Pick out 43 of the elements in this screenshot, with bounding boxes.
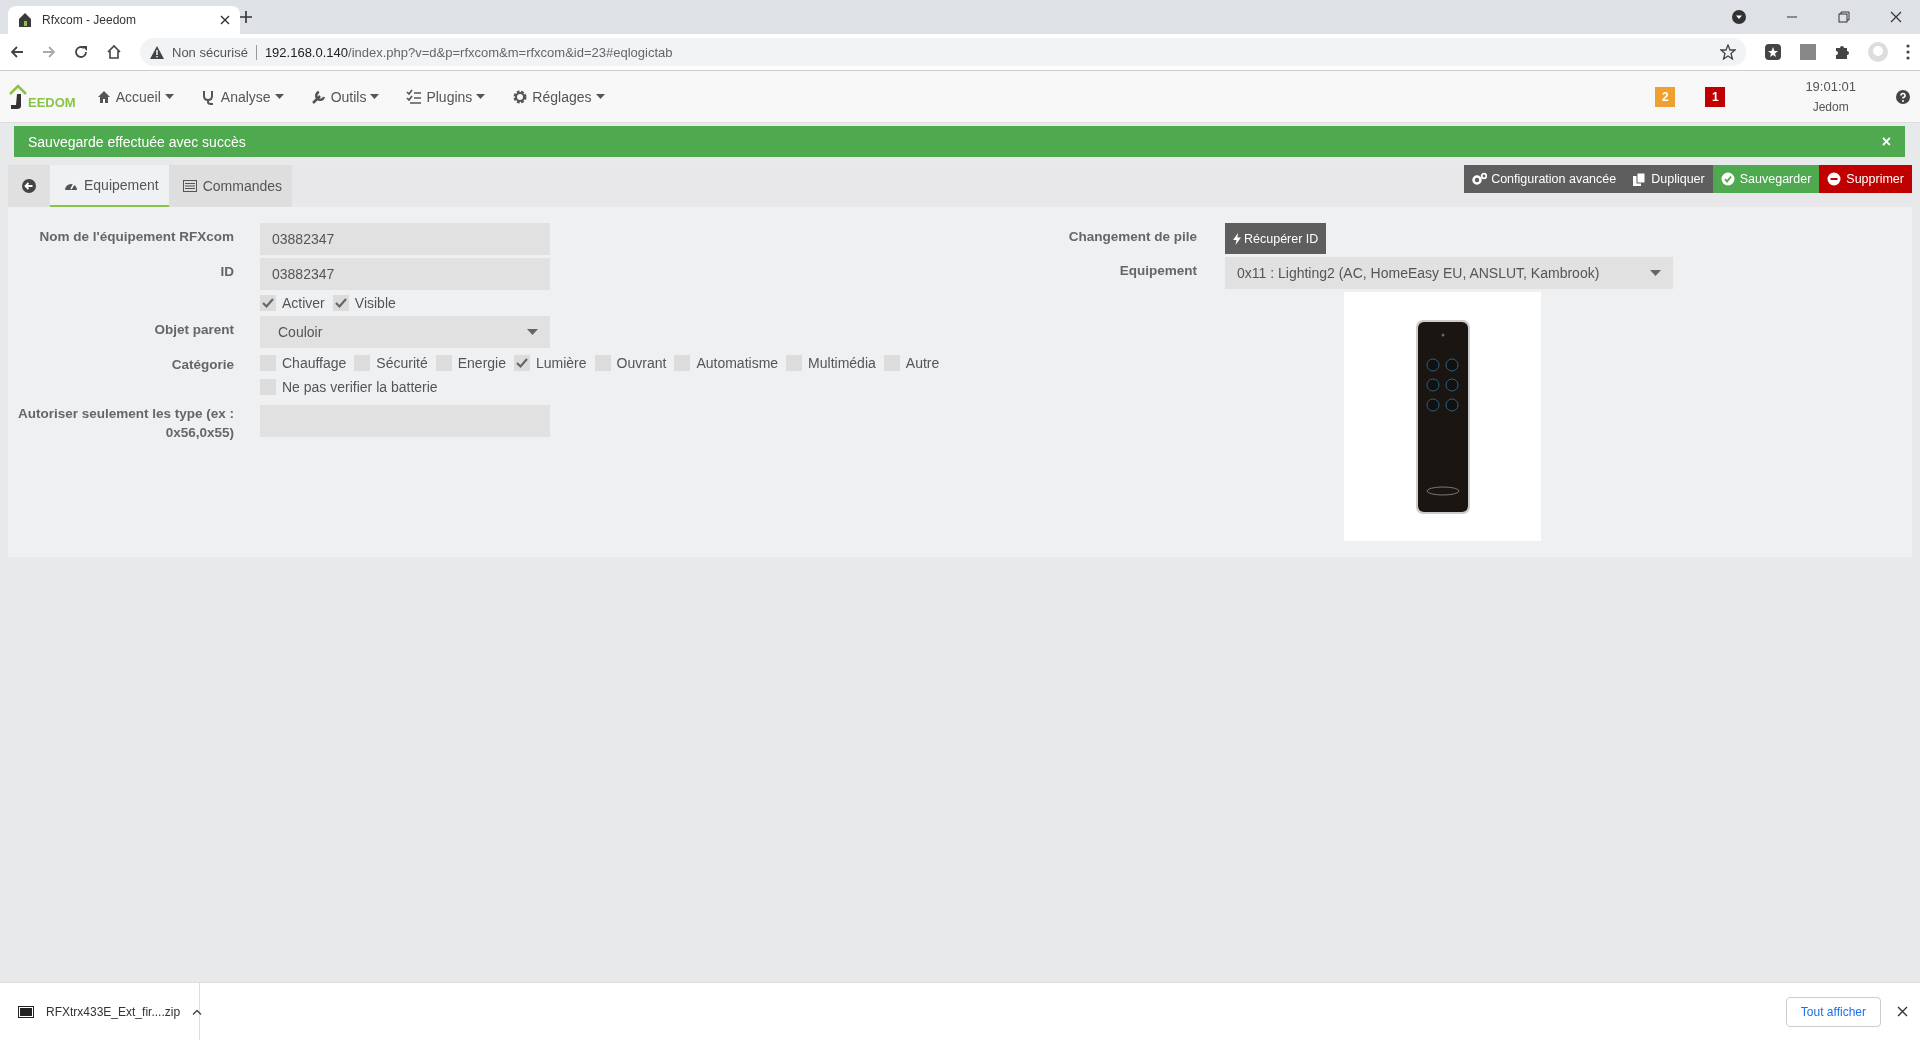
tab[interactable]: Commandes	[168, 165, 293, 207]
select-field[interactable]: Couloir	[260, 316, 550, 348]
address-bar[interactable]: Non sécurisé 192.168.0.140/index.php?v=d&p=rfxcom&m=rfxcom&id=23#eqlogictab	[140, 38, 1746, 66]
notification-badge[interactable]: 1	[1705, 86, 1726, 107]
checkbox-label: Automatisme	[696, 354, 779, 371]
checkbox-label: Chauffage	[282, 354, 347, 371]
delete-button[interactable]: Supprimer	[1819, 165, 1912, 193]
field-label: Nom de l'équipement RFXcom	[39, 228, 234, 246]
field-label: ID	[220, 263, 234, 281]
select-field[interactable]: 0x11 : Lighting2 (AC, HomeEasy EU, ANSLUT, Kambrook)	[1225, 257, 1673, 289]
retrieve-id-button[interactable]: Récupérer ID	[1225, 223, 1327, 254]
checkbox-label: Autre	[905, 354, 940, 371]
checkbox-label: Ne pas verifier la batterie	[282, 379, 438, 395]
field-label: Autoriser seulement les type (ex : 0x56,0x55)	[16, 405, 234, 442]
text-field[interactable]: 03882347	[260, 223, 550, 255]
checkbox-label: Lumière	[536, 354, 587, 371]
nav-menu[interactable]: Outils	[310, 88, 380, 105]
checkbox-label: Sécurité	[376, 354, 428, 371]
nav-menu[interactable]: Plugins	[406, 88, 486, 105]
tab[interactable]: Equipement	[50, 165, 169, 207]
checkbox-label: Multimédia	[808, 354, 876, 371]
alert-message: Sauvegarde effectuée avec succès	[28, 133, 247, 150]
checkbox-label: Energie	[457, 354, 506, 371]
text-field[interactable]: 03882347	[260, 258, 550, 290]
show-all-button[interactable]: Tout afficher	[1785, 996, 1881, 1027]
nav-menu[interactable]: Accueil	[95, 88, 174, 105]
field-label: Changement de pile	[1068, 228, 1197, 246]
duplicate-button[interactable]: Dupliquer	[1624, 165, 1713, 193]
clock-time: 19:01:01	[1805, 79, 1856, 94]
checkbox-label: Activer	[282, 295, 325, 311]
user-name: Jedom	[1812, 100, 1849, 114]
download-item[interactable]: RFXtrx433E_Ext_fir....zip	[0, 983, 200, 1040]
browser-tab[interactable]: Rfxcom - Jeedom	[8, 6, 240, 34]
nav-menu[interactable]: Analyse	[200, 88, 284, 105]
field-label: Catégorie	[171, 356, 234, 374]
config-button[interactable]: Configuration avancée	[1464, 165, 1625, 193]
field-label: Equipement	[1119, 262, 1197, 280]
nav-menu[interactable]: Réglages	[512, 88, 605, 105]
logo-text: EEDOM	[28, 94, 76, 110]
checkbox-label: Visible	[354, 295, 396, 311]
checkbox-label: Ouvrant	[616, 354, 667, 371]
field-label: Objet parent	[154, 321, 234, 339]
tab-title: Rfxcom - Jeedom	[42, 13, 138, 27]
